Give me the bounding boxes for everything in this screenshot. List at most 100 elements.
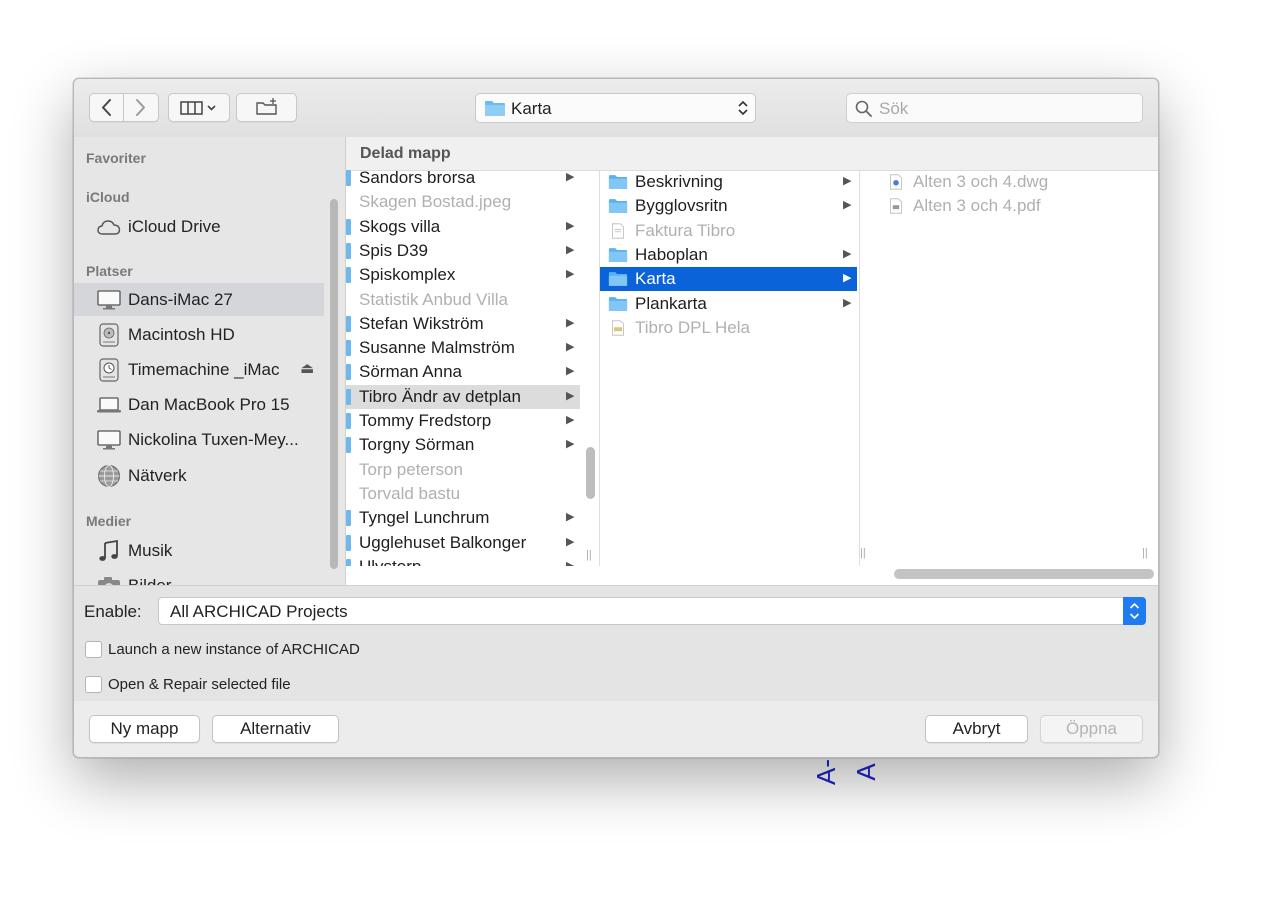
list-item[interactable]: Spis D39 ▶ (346, 239, 580, 263)
music-note-icon (99, 539, 118, 561)
list-item[interactable]: Plankarta ▶ (600, 292, 857, 316)
list-item[interactable]: Stefan Wikström ▶ (346, 312, 580, 336)
imac-icon (97, 430, 121, 450)
item-label: Stefan Wikström (359, 313, 484, 333)
sidebar-item-macbook[interactable]: Dan MacBook Pro 15 (74, 388, 324, 421)
new-folder-toolbar-button[interactable] (236, 93, 297, 122)
launch-instance-checkbox[interactable] (85, 641, 102, 658)
sidebar-item-icloud-drive[interactable]: iCloud Drive (74, 210, 324, 243)
column-browser: Delad mapp || Sandors brorsa ▶ Skagen Bost… (346, 137, 1158, 585)
imac-icon (97, 290, 121, 310)
column-header: Delad mapp (346, 137, 1158, 171)
cloud-icon (97, 220, 121, 235)
list-item[interactable]: Tibro Ändr av detplan ▶ (346, 384, 580, 409)
column-1: || Sandors brorsa ▶ Skagen Bostad.jpeg Skog… (346, 170, 600, 566)
hard-drive-icon (99, 323, 119, 347)
current-folder-label: Karta (511, 99, 552, 118)
sidebar-scrollbar[interactable] (330, 199, 338, 569)
sidebar-item-macintosh-hd[interactable]: Macintosh HD (74, 318, 324, 351)
list-item[interactable]: Susanne Malmström ▶ (346, 336, 580, 360)
laptop-icon (97, 397, 121, 413)
search-field[interactable] (846, 93, 1143, 123)
forward-button[interactable] (124, 93, 159, 122)
item-label: Alten 3 och 4.dwg (913, 172, 1049, 191)
list-item[interactable]: Sandors brorsa ▶ (346, 170, 580, 190)
list-item[interactable]: Haboplan ▶ (600, 243, 857, 267)
column-resize-handle[interactable]: || (860, 547, 866, 580)
list-item[interactable]: Tommy Fredstorp ▶ (346, 409, 580, 433)
list-item[interactable]: Torvald bastu (346, 482, 580, 506)
new-folder-button[interactable]: Ny mapp (89, 715, 200, 743)
eject-icon[interactable]: ⏏ (300, 359, 314, 377)
sidebar-item-label: Nickolina Tuxen-Mey... (128, 430, 299, 449)
sidebar-item-music[interactable]: Musik (74, 534, 324, 567)
view-options-button[interactable] (168, 93, 230, 122)
horizontal-scrollbar[interactable] (894, 569, 1154, 579)
button-bar: Ny mapp Alternativ Avbryt Öppna (74, 701, 1158, 757)
item-label: Skogs villa (359, 216, 441, 236)
disclosure-arrow-icon: ▶ (566, 535, 575, 548)
options-button[interactable]: Alternativ (212, 715, 339, 743)
disclosure-arrow-icon: ▶ (843, 247, 852, 260)
list-item[interactable]: Spiskomplex ▶ (346, 263, 580, 287)
enable-label: Enable: (84, 602, 142, 621)
folder-icon (346, 558, 351, 566)
column-view-icon (180, 101, 216, 115)
folder-icon (346, 170, 351, 186)
list-item[interactable]: Bygglovsritn ▶ (600, 194, 857, 218)
popup-stepper[interactable] (1123, 597, 1146, 625)
item-label: Spis D39 (359, 240, 428, 260)
list-item[interactable]: Alten 3 och 4.dwg (878, 170, 1128, 194)
item-label: Tyngel Lunchrum (359, 508, 490, 528)
enable-value: All ARCHICAD Projects (170, 602, 348, 621)
list-item[interactable]: Beskrivning ▶ (600, 170, 857, 194)
column-resize-handle[interactable]: || (586, 549, 592, 561)
back-button[interactable] (89, 93, 124, 122)
list-item[interactable]: Statistik Anbud Villa (346, 288, 580, 312)
list-item[interactable]: Skogs villa ▶ (346, 215, 580, 239)
folder-icon (346, 242, 351, 259)
list-item[interactable]: Alten 3 och 4.pdf (878, 194, 1128, 218)
list-item[interactable]: Karta ▶ (600, 267, 857, 292)
open-repair-checkbox[interactable] (85, 676, 102, 693)
cancel-button[interactable]: Avbryt (925, 715, 1028, 743)
list-item[interactable]: Tyngel Lunchrum ▶ (346, 506, 580, 530)
open-button[interactable]: Öppna (1040, 715, 1143, 743)
current-folder-popup[interactable]: Karta (475, 93, 756, 123)
list-item[interactable]: Ugglehuset Balkonger ▶ (346, 531, 580, 555)
sidebar-item-pictures[interactable]: Bilder (74, 569, 324, 585)
disclosure-arrow-icon: ▶ (566, 438, 575, 451)
folder-icon (346, 364, 351, 381)
document-icon (612, 222, 624, 239)
search-input[interactable] (877, 96, 1136, 122)
document-icon (612, 320, 624, 336)
item-label: Beskrivning (635, 172, 723, 191)
column-1-scrollbar[interactable] (586, 447, 595, 499)
sidebar-item-network[interactable]: Nätverk (74, 459, 324, 492)
item-label: Bygglovsritn (635, 196, 728, 216)
list-item[interactable]: Skagen Bostad.jpeg (346, 190, 580, 214)
list-item[interactable]: Faktura Tibro (600, 219, 857, 243)
sidebar-item-label: Timemachine _iMac (128, 360, 280, 379)
folder-icon (608, 199, 628, 214)
sidebar-item-timemachine[interactable]: Timemachine _iMac ⏏ (74, 353, 324, 386)
column-2: || Beskrivning▶Bygglovsritn▶Faktura Tibr… (600, 170, 860, 566)
list-item[interactable]: Torp peterson (346, 458, 580, 482)
sidebar-item-nickolina[interactable]: Nickolina Tuxen-Mey... (74, 423, 324, 456)
folder-icon (608, 296, 628, 311)
sidebar-item-label: Dan MacBook Pro 15 (128, 395, 290, 414)
list-item[interactable]: Tibro DPL Hela (600, 316, 857, 340)
list-item[interactable]: Ulvstorp ▶ (346, 555, 580, 566)
item-label: Torp peterson (359, 459, 463, 479)
folder-icon (346, 413, 351, 429)
sidebar-section-media: Medier (86, 513, 132, 529)
item-label: Faktura Tibro (635, 220, 736, 240)
list-item[interactable]: Torgny Sörman ▶ (346, 433, 580, 457)
sidebar-item-dans-imac[interactable]: Dans-iMac 27 (74, 283, 324, 316)
sidebar-item-label: Dans-iMac 27 (128, 290, 233, 309)
item-label: Sörman Anna (359, 362, 463, 382)
sidebar: Favoriter iCloud iCloud Drive Platser Da… (74, 137, 346, 585)
enable-popup[interactable]: All ARCHICAD Projects (158, 597, 1146, 625)
list-item[interactable]: Sörman Anna ▶ (346, 360, 580, 384)
disclosure-arrow-icon: ▶ (566, 414, 575, 426)
